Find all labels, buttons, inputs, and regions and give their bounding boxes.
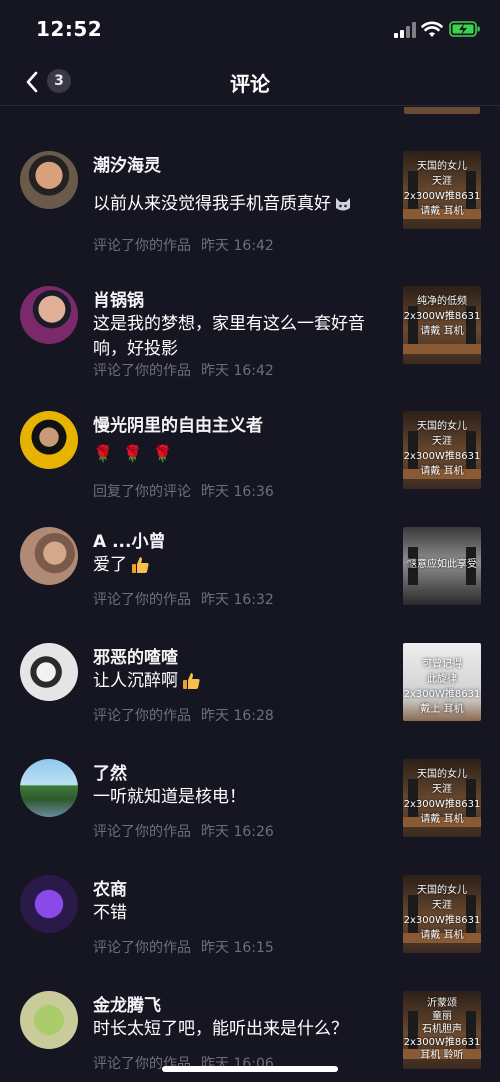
timestamp: 昨天 16:26	[201, 824, 274, 840]
action-label: 回复了你的评论	[93, 484, 191, 500]
timestamp: 昨天 16:36	[201, 484, 274, 500]
avatar[interactable]	[20, 286, 78, 344]
thumbnail-caption: 天国的女儿 天涯 2x300W推8631 请戴 耳机	[403, 885, 481, 941]
status-time: 12:52	[36, 17, 103, 41]
comment-row[interactable]: 农商 不错 评论了你的作品 昨天 16:15 天国的女儿 天涯 2x300W推86…	[0, 861, 500, 977]
battery-charging-icon	[449, 21, 480, 37]
comment-row[interactable]: 潮汐海灵 以前从来没觉得我手机音质真好 评论了你的作品 昨天 16:42 天国的女…	[0, 137, 500, 255]
video-thumbnail[interactable]: 天国的女儿 天涯 2x300W推8631 请戴 耳机	[403, 875, 481, 953]
comment-meta: 回复了你的评论 昨天 16:36	[93, 481, 274, 501]
thumbnail-caption: 惬意应如此享受	[407, 559, 477, 570]
user-name[interactable]: 了然	[93, 759, 127, 784]
comment-text: 这是我的梦想，家里有这么一套好音响，好投影	[93, 314, 365, 359]
thumbs-up-icon	[183, 673, 200, 689]
video-thumbnail[interactable]: 天国的女儿 天涯 2x300W推8631 请戴 耳机	[403, 411, 481, 489]
user-name[interactable]: 金龙腾飞	[93, 991, 161, 1016]
comment-row[interactable]: 邪恶的喳喳 让人沉醉啊 评论了你的作品 昨天 16:28 可曾记得 此旋律 2x3…	[0, 629, 500, 745]
page-title: 评论	[230, 72, 270, 96]
avatar[interactable]	[20, 643, 78, 701]
action-label: 评论了你的作品	[93, 708, 191, 724]
thumbs-up-icon	[132, 557, 149, 573]
comment-row[interactable]: A ...小曾 爱了 评论了你的作品 昨天 16:32 惬意应如此享受	[0, 513, 500, 629]
user-name[interactable]: 农商	[93, 875, 127, 900]
cat-emoji-icon	[336, 198, 350, 211]
comment-meta: 评论了你的作品 昨天 16:15	[93, 937, 274, 957]
rose-icon: 🌹	[152, 444, 173, 463]
action-label: 评论了你的作品	[93, 940, 191, 956]
avatar[interactable]	[20, 411, 78, 469]
timestamp: 昨天 16:28	[201, 708, 274, 724]
thumbnail-caption: 天国的女儿 天涯 2x300W推8631 请戴 耳机	[403, 161, 481, 217]
thumbnail-caption: 纯净的低频 2x300W推8631 请戴 耳机	[403, 296, 481, 337]
avatar[interactable]	[20, 991, 78, 1049]
video-thumbnail[interactable]: 天国的女儿 天涯 2x300W推8631 请戴 耳机	[403, 759, 481, 837]
comment-meta: 评论了你的作品 昨天 16:42	[93, 360, 274, 380]
comment-meta: 评论了你的作品 昨天 16:26	[93, 821, 274, 841]
home-indicator[interactable]	[162, 1066, 338, 1072]
timestamp: 昨天 16:42	[201, 238, 274, 254]
thumbnail-caption: 可曾记得 此旋律 2x300W推8631 戴上 耳机	[403, 659, 481, 715]
comment-row[interactable]: 肖锅锅 这是我的梦想，家里有这么一套好音响，好投影 评论了你的作品 昨天 16:4…	[0, 272, 500, 388]
timestamp: 昨天 16:32	[201, 592, 274, 608]
avatar[interactable]	[20, 151, 78, 209]
comment-text: 时长太短了吧，能听出来是什么？	[93, 1019, 348, 1039]
comment-meta: 评论了你的作品 昨天 16:28	[93, 705, 274, 725]
user-name[interactable]: 慢光阴里的自由主义者	[93, 411, 263, 436]
timestamp: 昨天 16:42	[201, 363, 274, 379]
thumbnail-caption: 沂蒙颂 童丽 石机胆声 2x300W推8631 耳机 聆听	[403, 998, 481, 1061]
comment-row[interactable]: 了然 一听就知道是核电！ 评论了你的作品 昨天 16:26 天国的女儿 天涯 2x…	[0, 745, 500, 861]
comment-text: 以前从来没觉得我手机音质真好	[93, 192, 393, 217]
user-name[interactable]: 潮汐海灵	[93, 151, 161, 176]
comment-text: 一听就知道是核电！	[93, 787, 246, 807]
rose-icon: 🌹	[93, 444, 113, 463]
nav-bar: 3 评论	[0, 58, 500, 106]
video-thumbnail[interactable]: 沂蒙颂 童丽 石机胆声 2x300W推8631 耳机 聆听	[403, 991, 481, 1069]
comment-meta: 评论了你的作品 昨天 16:32	[93, 589, 274, 609]
video-thumbnail[interactable]	[404, 107, 480, 114]
video-thumbnail[interactable]: 天国的女儿 天涯 2x300W推8631 请戴 耳机	[403, 151, 481, 229]
signal-icon	[394, 22, 416, 38]
rose-icon: 🌹	[122, 444, 143, 463]
comments-screen: 12:52 3 评论 潮汐海灵 以前从来没觉得我手机音质真好 评论了你的作品 昨…	[0, 0, 500, 1082]
status-bar: 12:52	[0, 0, 500, 58]
action-label: 评论了你的作品	[93, 238, 191, 254]
user-name[interactable]: 邪恶的喳喳	[93, 643, 178, 668]
wifi-icon	[421, 21, 443, 37]
comment-text: 不错	[93, 903, 127, 923]
comment-text: 🌹 🌹 🌹	[93, 441, 393, 467]
user-name[interactable]: 肖锅锅	[93, 286, 144, 311]
comment-meta: 评论了你的作品 昨天 16:42	[93, 235, 274, 255]
action-label: 评论了你的作品	[93, 592, 191, 608]
comment-row[interactable]: 慢光阴里的自由主义者 🌹 🌹 🌹 回复了你的评论 昨天 16:36 天国的女儿 天涯 …	[0, 397, 500, 513]
user-name[interactable]: A ...小曾	[93, 527, 165, 552]
avatar[interactable]	[20, 527, 78, 585]
thumbnail-caption: 天国的女儿 天涯 2x300W推8631 请戴 耳机	[403, 421, 481, 477]
avatar[interactable]	[20, 875, 78, 933]
video-thumbnail[interactable]: 可曾记得 此旋律 2x300W推8631 戴上 耳机	[403, 643, 481, 721]
comment-text: 爱了	[93, 553, 393, 578]
thumbnail-caption: 天国的女儿 天涯 2x300W推8631 请戴 耳机	[403, 769, 481, 825]
action-label: 评论了你的作品	[93, 363, 191, 379]
video-thumbnail[interactable]: 惬意应如此享受	[403, 527, 481, 605]
action-label: 评论了你的作品	[93, 824, 191, 840]
avatar[interactable]	[20, 759, 78, 817]
video-thumbnail[interactable]: 纯净的低频 2x300W推8631 请戴 耳机	[403, 286, 481, 364]
timestamp: 昨天 16:15	[201, 940, 274, 956]
comment-text: 让人沉醉啊	[93, 669, 393, 694]
